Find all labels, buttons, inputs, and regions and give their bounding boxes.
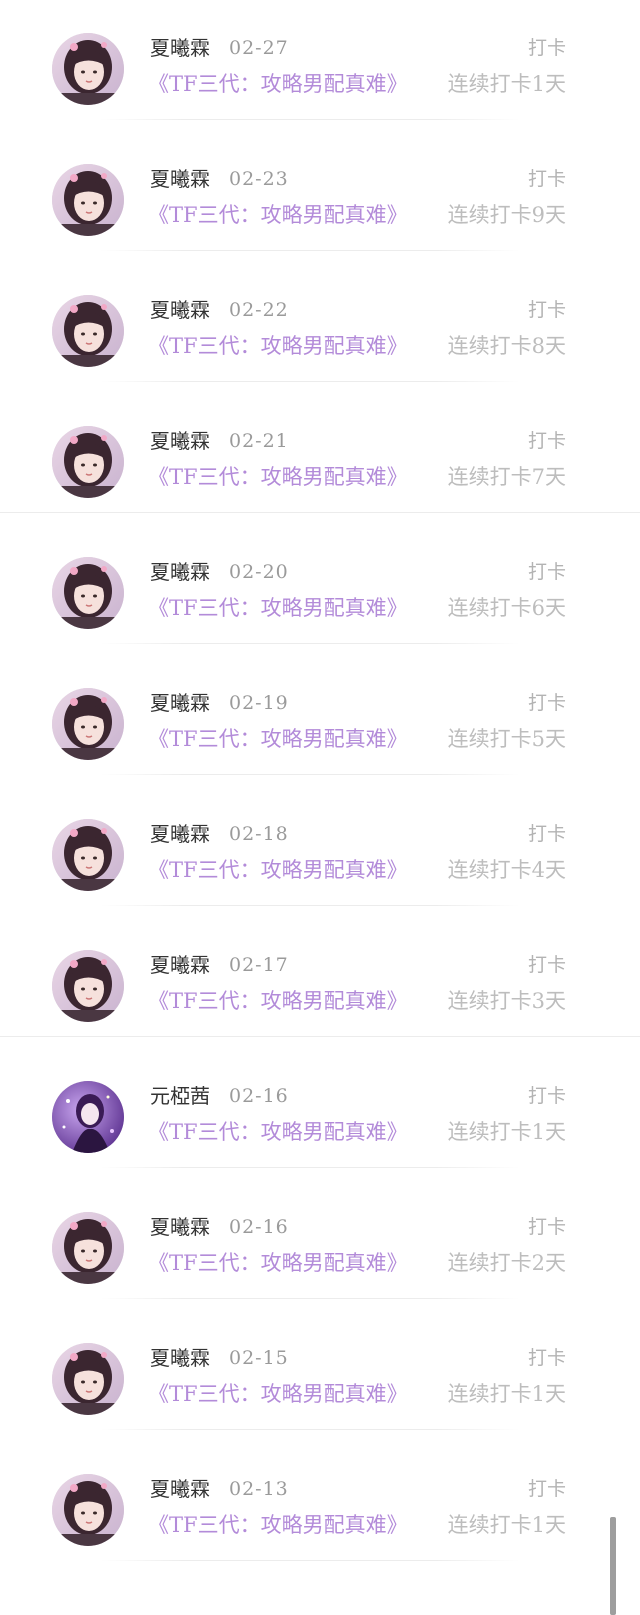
checkin-tag: 打卡 [527, 168, 566, 190]
checkin-tag: 打卡 [527, 954, 566, 976]
row-divider [100, 1560, 520, 1561]
book-title-link[interactable]: 《TF三代：攻略男配真难》 [148, 986, 408, 1016]
streak-text: 连续打卡1天 [447, 1120, 566, 1144]
row-divider [100, 643, 520, 644]
row-divider [0, 512, 640, 513]
checkin-tag: 打卡 [527, 430, 566, 452]
checkin-row[interactable]: 夏曦霖 02-17 打卡 《TF三代：攻略男配真难》 连续打卡3天 [0, 917, 640, 1048]
checkin-date: 02-16 [229, 1216, 289, 1238]
book-title-link[interactable]: 《TF三代：攻略男配真难》 [148, 1379, 408, 1409]
streak-text: 连续打卡7天 [447, 465, 566, 489]
girl-portrait-avatar[interactable] [52, 688, 124, 760]
user-name[interactable]: 夏曦霖 [150, 1213, 210, 1241]
book-title-link[interactable]: 《TF三代：攻略男配真难》 [148, 593, 408, 623]
checkin-tag: 打卡 [527, 1478, 566, 1500]
streak-text: 连续打卡2天 [447, 1251, 566, 1275]
book-title-link[interactable]: 《TF三代：攻略男配真难》 [148, 1510, 408, 1540]
book-title-link[interactable]: 《TF三代：攻略男配真难》 [148, 1248, 408, 1278]
row-divider [100, 905, 520, 906]
scrollbar[interactable] [610, 1517, 616, 1615]
checkin-row[interactable]: 夏曦霖 02-21 打卡 《TF三代：攻略男配真难》 连续打卡7天 [0, 393, 640, 524]
streak-text: 连续打卡4天 [447, 858, 566, 882]
girl-portrait-avatar[interactable] [52, 950, 124, 1022]
streak-text: 连续打卡6天 [447, 596, 566, 620]
checkin-tag: 打卡 [527, 1347, 566, 1369]
checkin-row[interactable]: 夏曦霖 02-27 打卡 《TF三代：攻略男配真难》 连续打卡1天 [0, 0, 640, 131]
girl-portrait-avatar[interactable] [52, 1474, 124, 1546]
checkin-row[interactable]: 夏曦霖 02-18 打卡 《TF三代：攻略男配真难》 连续打卡4天 [0, 786, 640, 917]
girl-portrait-avatar[interactable] [52, 295, 124, 367]
checkin-row[interactable]: 夏曦霖 02-19 打卡 《TF三代：攻略男配真难》 连续打卡5天 [0, 655, 640, 786]
checkin-tag: 打卡 [527, 37, 566, 59]
purple-character-avatar[interactable] [52, 1081, 124, 1153]
checkin-date: 02-16 [229, 1085, 289, 1107]
checkin-row[interactable]: 夏曦霖 02-13 打卡 《TF三代：攻略男配真难》 连续打卡1天 [0, 1441, 640, 1572]
user-name[interactable]: 夏曦霖 [150, 296, 210, 324]
checkin-date: 02-20 [229, 561, 289, 583]
user-name[interactable]: 夏曦霖 [150, 34, 210, 62]
checkin-tag: 打卡 [527, 1085, 566, 1107]
user-name[interactable]: 元椏茜 [150, 1082, 210, 1110]
checkin-tag: 打卡 [527, 561, 566, 583]
user-name[interactable]: 夏曦霖 [150, 820, 210, 848]
girl-portrait-avatar[interactable] [52, 33, 124, 105]
book-title-link[interactable]: 《TF三代：攻略男配真难》 [148, 331, 408, 361]
row-divider [100, 381, 520, 382]
book-title-link[interactable]: 《TF三代：攻略男配真难》 [148, 1117, 408, 1147]
checkin-tag: 打卡 [527, 1216, 566, 1238]
streak-text: 连续打卡9天 [447, 203, 566, 227]
row-divider [100, 1167, 520, 1168]
streak-text: 连续打卡5天 [447, 727, 566, 751]
girl-portrait-avatar[interactable] [52, 426, 124, 498]
row-divider [100, 119, 520, 120]
book-title-link[interactable]: 《TF三代：攻略男配真难》 [148, 724, 408, 754]
row-divider [100, 774, 520, 775]
row-divider [0, 1036, 640, 1037]
streak-text: 连续打卡1天 [447, 1513, 566, 1537]
checkin-tag: 打卡 [527, 823, 566, 845]
checkin-row[interactable]: 夏曦霖 02-22 打卡 《TF三代：攻略男配真难》 连续打卡8天 [0, 262, 640, 393]
user-name[interactable]: 夏曦霖 [150, 1344, 210, 1372]
book-title-link[interactable]: 《TF三代：攻略男配真难》 [148, 69, 408, 99]
checkin-row[interactable]: 夏曦霖 02-23 打卡 《TF三代：攻略男配真难》 连续打卡9天 [0, 131, 640, 262]
checkin-row[interactable]: 夏曦霖 02-16 打卡 《TF三代：攻略男配真难》 连续打卡2天 [0, 1179, 640, 1310]
girl-portrait-avatar[interactable] [52, 1212, 124, 1284]
streak-text: 连续打卡8天 [447, 334, 566, 358]
row-divider [100, 250, 520, 251]
checkin-date: 02-23 [229, 168, 289, 190]
checkin-date: 02-18 [229, 823, 289, 845]
book-title-link[interactable]: 《TF三代：攻略男配真难》 [148, 855, 408, 885]
checkin-date: 02-13 [229, 1478, 289, 1500]
girl-portrait-avatar[interactable] [52, 164, 124, 236]
user-name[interactable]: 夏曦霖 [150, 165, 210, 193]
book-title-link[interactable]: 《TF三代：攻略男配真难》 [148, 462, 408, 492]
user-name[interactable]: 夏曦霖 [150, 689, 210, 717]
checkin-date: 02-27 [229, 37, 289, 59]
row-divider [100, 1298, 520, 1299]
user-name[interactable]: 夏曦霖 [150, 951, 210, 979]
checkin-row[interactable]: 夏曦霖 02-20 打卡 《TF三代：攻略男配真难》 连续打卡6天 [0, 524, 640, 655]
checkin-date: 02-22 [229, 299, 289, 321]
checkin-date: 02-19 [229, 692, 289, 714]
checkin-date: 02-15 [229, 1347, 289, 1369]
girl-portrait-avatar[interactable] [52, 1343, 124, 1415]
checkin-row[interactable]: 夏曦霖 02-15 打卡 《TF三代：攻略男配真难》 连续打卡1天 [0, 1310, 640, 1441]
checkin-row[interactable]: 元椏茜 02-16 打卡 《TF三代：攻略男配真难》 连续打卡1天 [0, 1048, 640, 1179]
streak-text: 连续打卡1天 [447, 72, 566, 96]
row-divider [100, 1429, 520, 1430]
girl-portrait-avatar[interactable] [52, 557, 124, 629]
checkin-tag: 打卡 [527, 692, 566, 714]
user-name[interactable]: 夏曦霖 [150, 1475, 210, 1503]
user-name[interactable]: 夏曦霖 [150, 427, 210, 455]
streak-text: 连续打卡1天 [447, 1382, 566, 1406]
checkin-date: 02-21 [229, 430, 289, 452]
book-title-link[interactable]: 《TF三代：攻略男配真难》 [148, 200, 408, 230]
checkin-tag: 打卡 [527, 299, 566, 321]
user-name[interactable]: 夏曦霖 [150, 558, 210, 586]
girl-portrait-avatar[interactable] [52, 819, 124, 891]
streak-text: 连续打卡3天 [447, 989, 566, 1013]
checkin-date: 02-17 [229, 954, 289, 976]
